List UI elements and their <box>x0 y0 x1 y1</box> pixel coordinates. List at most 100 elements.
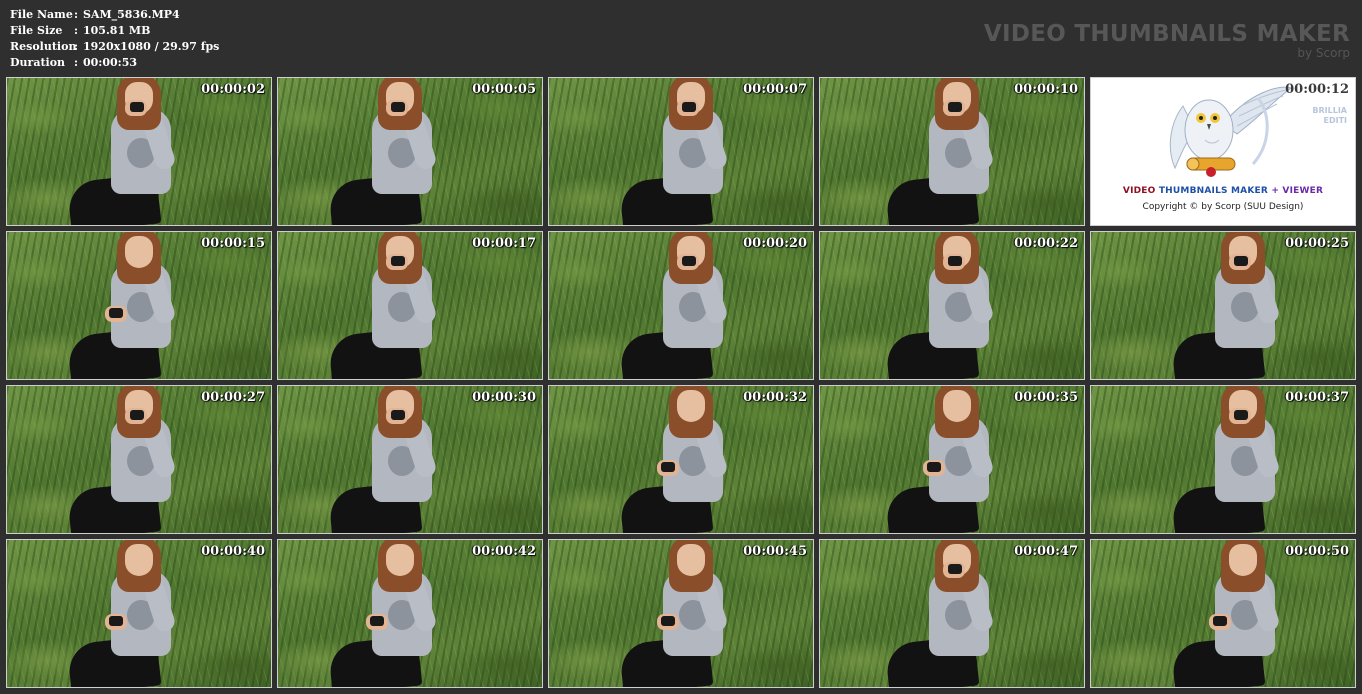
girl-figure <box>618 386 779 533</box>
logo-side-line1: BRILLIA <box>1312 106 1347 115</box>
thumbnail-11[interactable]: 00:00:27 <box>6 385 272 534</box>
camera-icon <box>682 256 696 266</box>
girl-figure <box>1170 540 1331 687</box>
video-frame-image <box>278 386 542 533</box>
timestamp: 00:00:17 <box>472 236 536 251</box>
thumbnail-15[interactable]: 00:00:37 <box>1090 385 1356 534</box>
timestamp: 00:00:07 <box>743 82 807 97</box>
info-label: Resolution <box>10 40 77 53</box>
thumbnail-12[interactable]: 00:00:30 <box>277 385 543 534</box>
face <box>677 544 705 576</box>
thumbnail-1[interactable]: 00:00:02 <box>6 77 272 226</box>
thumbnail-2[interactable]: 00:00:05 <box>277 77 543 226</box>
timestamp: 00:00:27 <box>201 390 265 405</box>
girl-figure <box>66 540 227 687</box>
timestamp: 00:00:15 <box>201 236 265 251</box>
info-value-file-name: SAM_5836.MP4 <box>83 8 180 21</box>
logo-title-part1: VIDEO <box>1122 186 1159 196</box>
camera-icon <box>948 102 962 112</box>
camera-icon <box>1213 616 1227 626</box>
info-separator: : <box>74 56 79 69</box>
thumbnail-13[interactable]: 00:00:32 <box>548 385 814 534</box>
timestamp: 00:00:32 <box>743 390 807 405</box>
camera-icon <box>391 102 405 112</box>
camera-icon <box>1234 256 1248 266</box>
video-frame-image <box>7 78 271 225</box>
girl-figure <box>66 232 227 379</box>
timestamp: 00:00:10 <box>1014 82 1078 97</box>
camera-icon <box>661 616 675 626</box>
video-frame-image <box>1091 232 1355 379</box>
logo-title: VIDEO THUMBNAILS MAKER + VIEWER <box>1091 186 1355 196</box>
camera-icon <box>1234 410 1248 420</box>
video-frame-image <box>549 540 813 687</box>
video-frame-image <box>820 540 1084 687</box>
timestamp: 00:00:50 <box>1285 544 1349 559</box>
thumbnail-20[interactable]: 00:00:50 <box>1090 539 1356 688</box>
info-separator: : <box>74 8 79 21</box>
timestamp: 00:00:40 <box>201 544 265 559</box>
camera-icon <box>948 256 962 266</box>
thumbnail-10[interactable]: 00:00:25 <box>1090 231 1356 380</box>
video-frame-image <box>7 386 271 533</box>
timestamp: 00:00:30 <box>472 390 536 405</box>
video-frame-image <box>820 232 1084 379</box>
owl-with-scroll-icon <box>1169 86 1293 177</box>
info-value-resolution: 1920x1080 / 29.97 fps <box>83 40 220 53</box>
thumbnail-logo-5[interactable]: BRILLIA EDITI VIDEO THUMBNAILS MAKER + V… <box>1090 77 1356 226</box>
girl-figure <box>327 232 488 379</box>
thumbnail-3[interactable]: 00:00:07 <box>548 77 814 226</box>
thumbnail-17[interactable]: 00:00:42 <box>277 539 543 688</box>
video-frame-image <box>1091 540 1355 687</box>
brand-title: VIDEO THUMBNAILS MAKER <box>983 21 1350 47</box>
timestamp: 00:00:35 <box>1014 390 1078 405</box>
video-frame-image <box>7 540 271 687</box>
camera-icon <box>109 308 123 318</box>
info-label: File Size <box>10 24 63 37</box>
thumbnail-19[interactable]: 00:00:47 <box>819 539 1085 688</box>
girl-figure <box>884 540 1045 687</box>
face <box>125 544 153 576</box>
logo-side-text: BRILLIA EDITI <box>1312 106 1347 126</box>
video-frame-image <box>549 386 813 533</box>
timestamp: 00:00:42 <box>472 544 536 559</box>
girl-figure <box>618 232 779 379</box>
camera-icon <box>391 410 405 420</box>
thumbnail-6[interactable]: 00:00:15 <box>6 231 272 380</box>
thumbnail-14[interactable]: 00:00:35 <box>819 385 1085 534</box>
thumbnail-7[interactable]: 00:00:17 <box>277 231 543 380</box>
thumbnail-grid: 00:00:02 00:00:05 00:00:07 00:00:10 BRIL… <box>6 77 1356 688</box>
video-frame-image <box>278 232 542 379</box>
video-frame-image <box>820 386 1084 533</box>
girl-figure <box>327 78 488 225</box>
camera-icon <box>948 564 962 574</box>
thumbnail-8[interactable]: 00:00:20 <box>548 231 814 380</box>
girl-figure <box>884 78 1045 225</box>
camera-icon <box>130 410 144 420</box>
info-separator: : <box>74 24 79 37</box>
timestamp: 00:00:05 <box>472 82 536 97</box>
thumbnail-4[interactable]: 00:00:10 <box>819 77 1085 226</box>
video-frame-image <box>549 78 813 225</box>
girl-figure <box>618 540 779 687</box>
camera-icon <box>682 102 696 112</box>
girl-figure <box>66 78 227 225</box>
video-frame-image <box>278 78 542 225</box>
face <box>943 390 971 422</box>
thumbnail-16[interactable]: 00:00:40 <box>6 539 272 688</box>
file-info-panel: File Name : SAM_5836.MP4 File Size : 105… <box>10 7 219 71</box>
timestamp: 00:00:25 <box>1285 236 1349 251</box>
camera-icon <box>927 462 941 472</box>
girl-figure <box>66 386 227 533</box>
thumbnail-18[interactable]: 00:00:45 <box>548 539 814 688</box>
face <box>386 544 414 576</box>
timestamp: 00:00:02 <box>201 82 265 97</box>
info-row-resolution: Resolution : 1920x1080 / 29.97 fps <box>10 39 219 55</box>
info-row-file-name: File Name : SAM_5836.MP4 <box>10 7 219 23</box>
girl-figure <box>618 78 779 225</box>
thumbnail-9[interactable]: 00:00:22 <box>819 231 1085 380</box>
logo-title-part2: THUMBNAILS MAKER <box>1158 186 1272 196</box>
info-value-duration: 00:00:53 <box>83 56 138 69</box>
girl-figure <box>1170 386 1331 533</box>
video-frame-image <box>278 540 542 687</box>
